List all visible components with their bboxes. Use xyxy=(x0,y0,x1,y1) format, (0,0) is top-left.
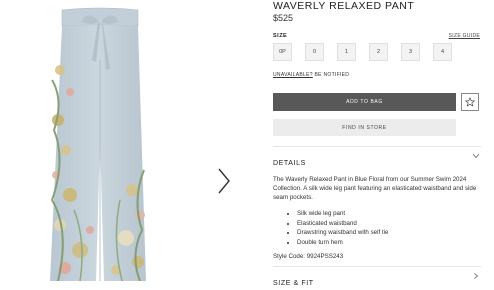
details-accordion-header[interactable]: DETAILS xyxy=(273,152,481,167)
product-title: WAVERLY RELAXED PANT xyxy=(273,0,415,12)
unavailable-link[interactable]: UNAVAILABLE? xyxy=(273,72,313,78)
size-fit-heading: SIZE & FIT xyxy=(273,280,314,287)
wishlist-button[interactable] xyxy=(461,93,479,111)
be-notified-text: BE NOTIFIED xyxy=(314,72,350,78)
divider xyxy=(273,266,481,267)
product-description: The Waverly Relaxed Pant in Blue Floral … xyxy=(273,176,477,201)
product-image-gallery xyxy=(0,0,262,281)
list-item: Elasticated waistband xyxy=(297,219,388,229)
product-photo xyxy=(50,7,146,281)
size-option-3[interactable]: 3 xyxy=(401,43,420,61)
style-code: Style Code: 9924PSS243 xyxy=(273,253,344,260)
details-heading: DETAILS xyxy=(273,160,306,167)
unavailable-notice: UNAVAILABLE? BE NOTIFIED xyxy=(273,72,349,78)
size-options: 0P 0 1 2 3 4 xyxy=(273,43,452,61)
star-icon xyxy=(465,97,475,107)
list-item: Silk wide leg pant xyxy=(297,209,388,219)
size-option-0[interactable]: 0 xyxy=(305,43,324,61)
size-option-2[interactable]: 2 xyxy=(369,43,388,61)
chevron-right-icon xyxy=(474,273,479,279)
size-label: SIZE xyxy=(273,33,288,39)
list-item: Double turn hem xyxy=(297,238,388,248)
add-to-bag-button[interactable]: ADD TO BAG xyxy=(273,93,456,111)
divider xyxy=(273,146,481,147)
chevron-down-icon xyxy=(472,153,480,159)
size-option-0p[interactable]: 0P xyxy=(273,43,292,61)
chevron-right-icon[interactable] xyxy=(214,166,234,196)
list-item: Drawstring waistband with self tie xyxy=(297,228,388,238)
size-option-1[interactable]: 1 xyxy=(337,43,356,61)
size-guide-link[interactable]: SIZE GUIDE xyxy=(449,33,480,39)
find-in-store-button[interactable]: FIND IN STORE xyxy=(273,119,456,136)
product-price: $525 xyxy=(273,13,294,23)
feature-list: Silk wide leg pant Elasticated waistband… xyxy=(291,209,388,247)
size-option-4[interactable]: 4 xyxy=(433,43,452,61)
